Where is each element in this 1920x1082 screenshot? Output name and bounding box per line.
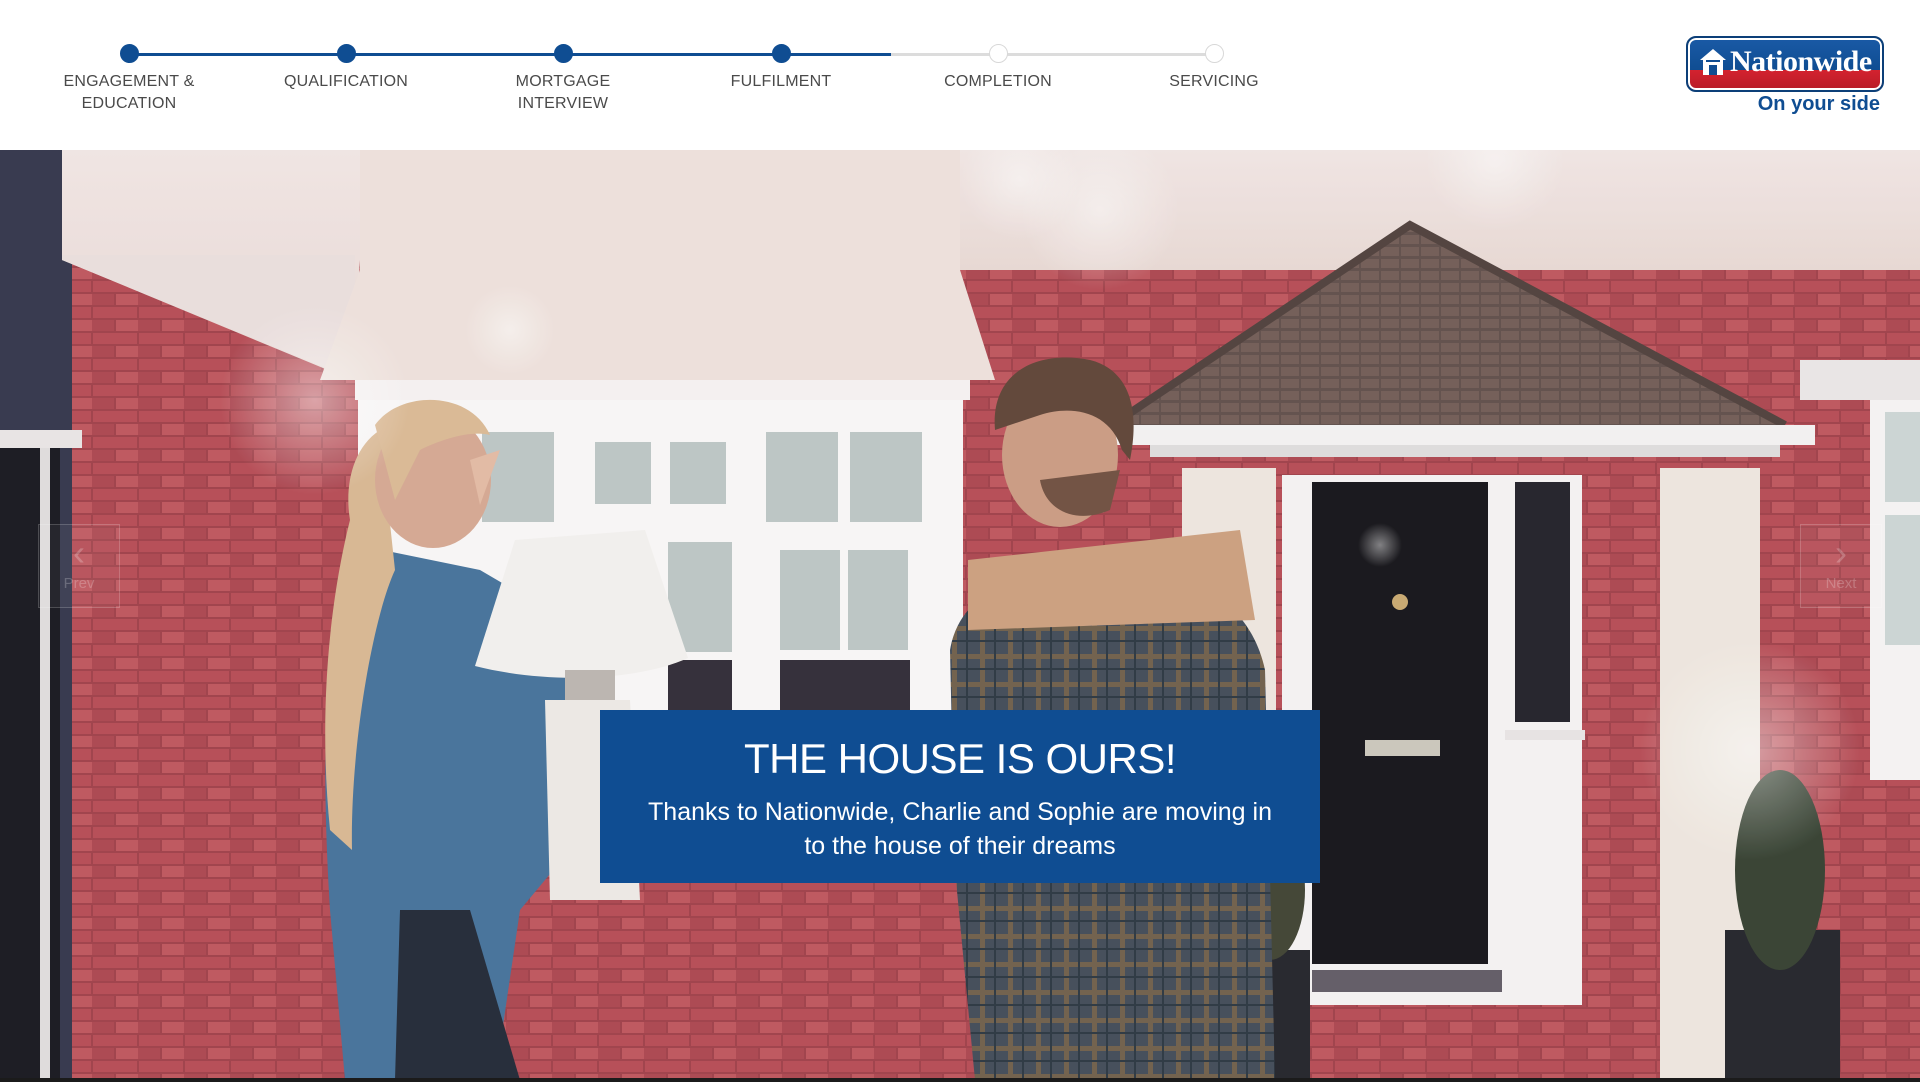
slide-title: THE HOUSE IS OURS!	[743, 735, 1177, 782]
step-marker	[988, 44, 1008, 63]
step-label: ENGAGEMENT & EDUCATION	[63, 73, 195, 112]
step-label: SERVICING	[1169, 73, 1259, 90]
logo-badge: Nationwide	[1686, 36, 1884, 92]
page-header: ENGAGEMENT & EDUCATION QUALIFICATION MOR…	[0, 0, 1920, 150]
hero-slide: ‹ Prev › Next THE HOUSE IS OURS! Thanks …	[0, 150, 1920, 1080]
step-marker	[553, 44, 573, 63]
step-label: QUALIFICATION	[283, 73, 409, 90]
journey-progress-tracker: ENGAGEMENT & EDUCATION QUALIFICATION MOR…	[0, 0, 1300, 150]
step-qualification[interactable]: QUALIFICATION	[246, 44, 446, 93]
carousel-prev-button[interactable]: ‹ Prev	[38, 524, 120, 608]
bottom-bar	[0, 1078, 1920, 1082]
step-completion[interactable]: COMPLETION	[898, 44, 1098, 93]
step-marker	[336, 44, 356, 63]
slide-description: Thanks to Nationwide, Charlie and Sophie…	[648, 798, 1272, 860]
step-marker	[119, 44, 139, 63]
step-mortgage-interview[interactable]: MORTGAGE INTERVIEW	[463, 44, 663, 115]
slide-caption-box: THE HOUSE IS OURS! Thanks to Nationwide,…	[600, 710, 1320, 883]
step-servicing[interactable]: SERVICING	[1114, 44, 1314, 93]
step-label: FULFILMENT	[730, 73, 832, 90]
step-label: COMPLETION	[944, 73, 1052, 90]
chevron-right-icon: ›	[1835, 532, 1847, 573]
step-engagement-education[interactable]: ENGAGEMENT & EDUCATION	[29, 44, 229, 115]
step-marker	[1204, 44, 1224, 63]
next-label: Next	[1825, 575, 1857, 592]
step-marker	[771, 44, 791, 63]
logo-wordmark: Nationwide	[1730, 45, 1872, 78]
chevron-left-icon: ‹	[73, 532, 85, 573]
step-label: MORTGAGE INTERVIEW	[515, 73, 611, 112]
prev-label: Prev	[63, 575, 95, 592]
logo-tagline: On your side	[1757, 93, 1880, 115]
carousel-next-button[interactable]: › Next	[1800, 524, 1882, 608]
hero-photo-couple-outside-house	[0, 150, 1920, 1080]
house-logo-icon	[1700, 49, 1726, 75]
step-fulfilment[interactable]: FULFILMENT	[681, 44, 881, 93]
nationwide-logo[interactable]: Nationwide On your side	[1686, 36, 1884, 116]
